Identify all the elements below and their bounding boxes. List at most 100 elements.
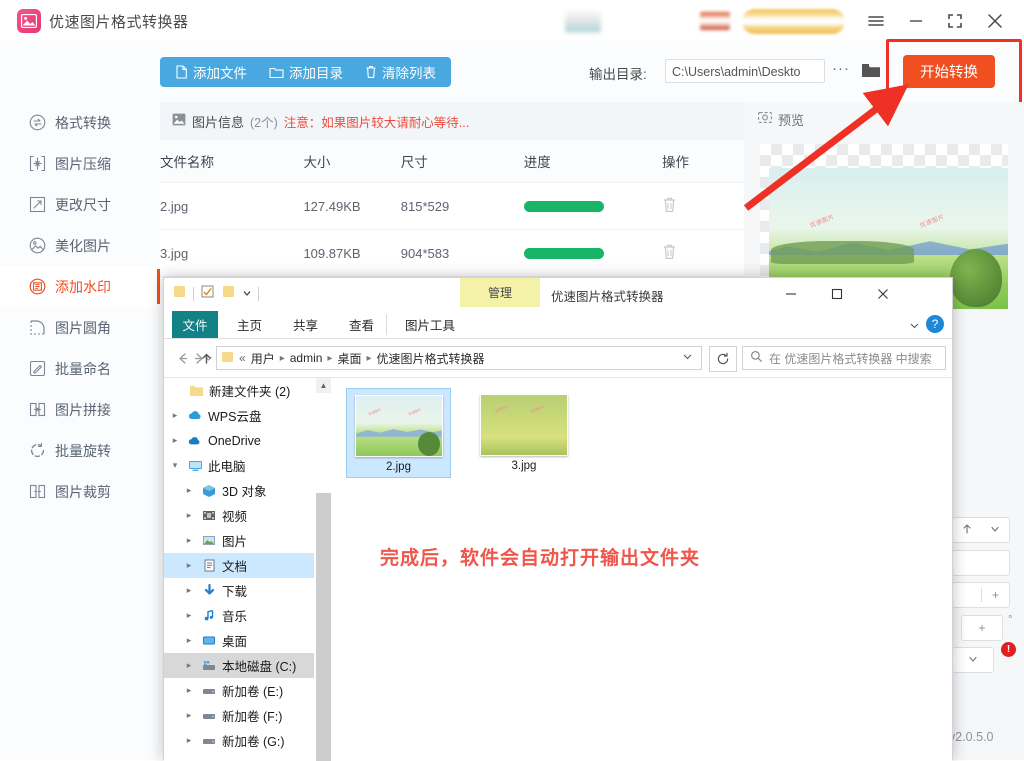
blurred-vip-banner[interactable] xyxy=(742,9,845,34)
nav-pane-scrollbar-thumb[interactable] xyxy=(316,393,331,493)
tree-item-this-pc[interactable]: ▾ 此电脑 xyxy=(164,453,314,478)
chevron-right-icon[interactable]: ▸ xyxy=(182,585,196,596)
spinner-up-down-control[interactable] xyxy=(952,517,1010,543)
tab-picture-tools[interactable]: 图片工具 xyxy=(392,311,468,338)
sidebar-item-crop[interactable]: 图片裁剪 xyxy=(0,471,160,512)
breadcrumb-item-current[interactable]: 优速图片格式转换器 xyxy=(377,350,485,367)
tree-item-pictures[interactable]: ▸ 图片 xyxy=(164,528,314,553)
up-arrow-icon[interactable] xyxy=(196,348,216,368)
breadcrumb-item-admin[interactable]: admin xyxy=(290,351,323,365)
tree-item-volume-g[interactable]: ▸ 新加卷 (G:) xyxy=(164,728,314,753)
sidebar-item-format-convert[interactable]: 格式转换 xyxy=(0,102,160,143)
chevron-right-icon[interactable]: ▸ xyxy=(182,735,196,746)
chevron-right-icon[interactable]: ▸ xyxy=(182,660,196,671)
tree-item-onedrive[interactable]: ▸ OneDrive xyxy=(164,428,314,453)
chevron-down-icon[interactable]: ▾ xyxy=(168,460,182,471)
add-file-button[interactable]: 添加文件 xyxy=(164,57,258,87)
plus-icon[interactable]: + xyxy=(981,588,1009,602)
sidebar-item-batch-rotate[interactable]: 批量旋转 xyxy=(0,430,160,471)
chevron-right-icon[interactable]: ▸ xyxy=(182,510,196,521)
plus-icon[interactable]: + xyxy=(978,621,985,635)
help-icon[interactable]: ? xyxy=(926,315,944,333)
table-row[interactable]: 3.jpg 109.87KB 904*583 xyxy=(160,229,744,277)
tree-item-downloads[interactable]: ▸ 下载 xyxy=(164,578,314,603)
sidebar-item-round-corner[interactable]: 图片圆角 xyxy=(0,307,160,348)
chevron-right-icon[interactable]: ▸ xyxy=(182,485,196,496)
tab-file[interactable]: 文件 xyxy=(172,311,218,338)
maximize-icon[interactable] xyxy=(814,278,860,309)
file-tile-3jpg[interactable]: 优速图片 优速图片 3.jpg xyxy=(471,388,576,476)
sidebar-item-batch-rename[interactable]: 批量命名 xyxy=(0,348,160,389)
chevron-right-icon[interactable]: ▸ xyxy=(168,410,182,421)
tab-home[interactable]: 主页 xyxy=(224,311,275,338)
up-arrow-icon[interactable] xyxy=(961,523,973,538)
chevron-down-icon[interactable] xyxy=(242,285,252,303)
sidebar-item-stitch[interactable]: 图片拼接 xyxy=(0,389,160,430)
folder-icon[interactable] xyxy=(172,284,187,304)
file-tile-2jpg[interactable]: 优速图片 优速图片 2.jpg xyxy=(346,388,451,478)
breadcrumb-item-users[interactable]: 用户 xyxy=(251,350,275,367)
sidebar-label: 格式转换 xyxy=(55,114,111,131)
dropdown-control[interactable] xyxy=(952,647,994,673)
chevron-right-icon[interactable]: ▸ xyxy=(168,435,182,446)
sidebar-item-watermark[interactable]: 添加水印 xyxy=(0,266,160,307)
close-icon[interactable] xyxy=(984,10,1006,32)
hamburger-menu-icon[interactable] xyxy=(865,10,887,32)
tree-item-new-folder[interactable]: 新建文件夹 (2) xyxy=(164,378,314,403)
windows-explorer-window[interactable]: 管理 优速图片格式转换器 文件 主页 共享 查看 图片工具 ? « 用户 ▸ a… xyxy=(163,277,953,761)
chevron-right-icon[interactable]: ▸ xyxy=(182,535,196,546)
scroll-up-icon[interactable]: ▲ xyxy=(316,378,331,393)
stepper-plus-control[interactable]: + xyxy=(952,582,1010,608)
folder-icon[interactable] xyxy=(221,284,236,304)
chevron-right-icon[interactable]: ▸ xyxy=(182,560,196,571)
search-input[interactable]: 在 优速图片格式转换器 中搜索 xyxy=(742,346,946,370)
tab-view[interactable]: 查看 xyxy=(336,311,387,338)
more-options-button[interactable]: ··· xyxy=(832,60,850,77)
add-folder-button[interactable]: 添加目录 xyxy=(258,57,354,87)
tree-item-documents[interactable]: ▸ 文档 xyxy=(164,553,314,578)
trash-icon[interactable] xyxy=(662,244,677,263)
tree-item-local-disk-c[interactable]: ▸ 本地磁盘 (C:) xyxy=(164,653,314,678)
sidebar-item-beautify[interactable]: 美化图片 xyxy=(0,225,160,266)
table-row[interactable]: 2.jpg 127.49KB 815*529 xyxy=(160,182,744,230)
output-path-field[interactable]: C:\Users\admin\Deskto xyxy=(665,59,825,83)
chevron-right-icon[interactable]: ▸ xyxy=(182,635,196,646)
close-icon[interactable] xyxy=(860,278,906,309)
chevron-down-icon[interactable] xyxy=(989,523,1001,538)
chevron-down-icon[interactable] xyxy=(682,351,697,365)
tab-share[interactable]: 共享 xyxy=(280,311,331,338)
tree-item-volume-f[interactable]: ▸ 新加卷 (F:) xyxy=(164,703,314,728)
sidebar-item-compress[interactable]: 图片压缩 xyxy=(0,143,160,184)
folder-open-icon[interactable] xyxy=(861,62,881,84)
chevron-right-icon[interactable]: ▸ xyxy=(182,685,196,696)
error-badge-icon[interactable]: ! xyxy=(1001,642,1016,657)
breadcrumb[interactable]: « 用户 ▸ admin ▸ 桌面 ▸ 优速图片格式转换器 xyxy=(216,346,702,370)
tree-item-videos[interactable]: ▸ 视频 xyxy=(164,503,314,528)
chevron-down-icon[interactable] xyxy=(967,653,979,668)
text-input-field[interactable] xyxy=(952,550,1010,576)
breadcrumb-item-desktop[interactable]: 桌面 xyxy=(337,350,361,367)
minimize-icon[interactable] xyxy=(768,278,814,309)
tree-label: 本地磁盘 (C:) xyxy=(222,660,297,674)
tree-item-wps-cloud[interactable]: ▸ WPS云盘 xyxy=(164,403,314,428)
watermark-text: 优速图片 xyxy=(407,407,422,417)
thumbnail-tree xyxy=(417,432,440,456)
clear-list-button[interactable]: 清除列表 xyxy=(354,57,447,87)
refresh-icon[interactable] xyxy=(709,346,737,372)
tree-item-desktop[interactable]: ▸ 桌面 xyxy=(164,628,314,653)
tree-item-music[interactable]: ▸ 音乐 xyxy=(164,603,314,628)
tree-item-3d-objects[interactable]: ▸ 3D 对象 xyxy=(164,478,314,503)
chevron-right-icon[interactable]: ▸ xyxy=(182,710,196,721)
chevron-down-icon[interactable] xyxy=(909,318,920,336)
contextual-tab-manage[interactable]: 管理 xyxy=(460,278,540,307)
nav-pane-scrollbar-background[interactable] xyxy=(316,493,331,761)
minimize-icon[interactable] xyxy=(905,10,927,32)
checkbox-icon[interactable] xyxy=(200,284,215,304)
maximize-icon[interactable] xyxy=(944,10,966,32)
degree-stepper-control[interactable]: + xyxy=(961,615,1003,641)
tree-item-volume-e[interactable]: ▸ 新加卷 (E:) xyxy=(164,678,314,703)
progress-bar xyxy=(523,200,604,212)
sidebar-item-resize[interactable]: 更改尺寸 xyxy=(0,184,160,225)
trash-icon[interactable] xyxy=(662,197,677,216)
chevron-right-icon[interactable]: ▸ xyxy=(182,610,196,621)
